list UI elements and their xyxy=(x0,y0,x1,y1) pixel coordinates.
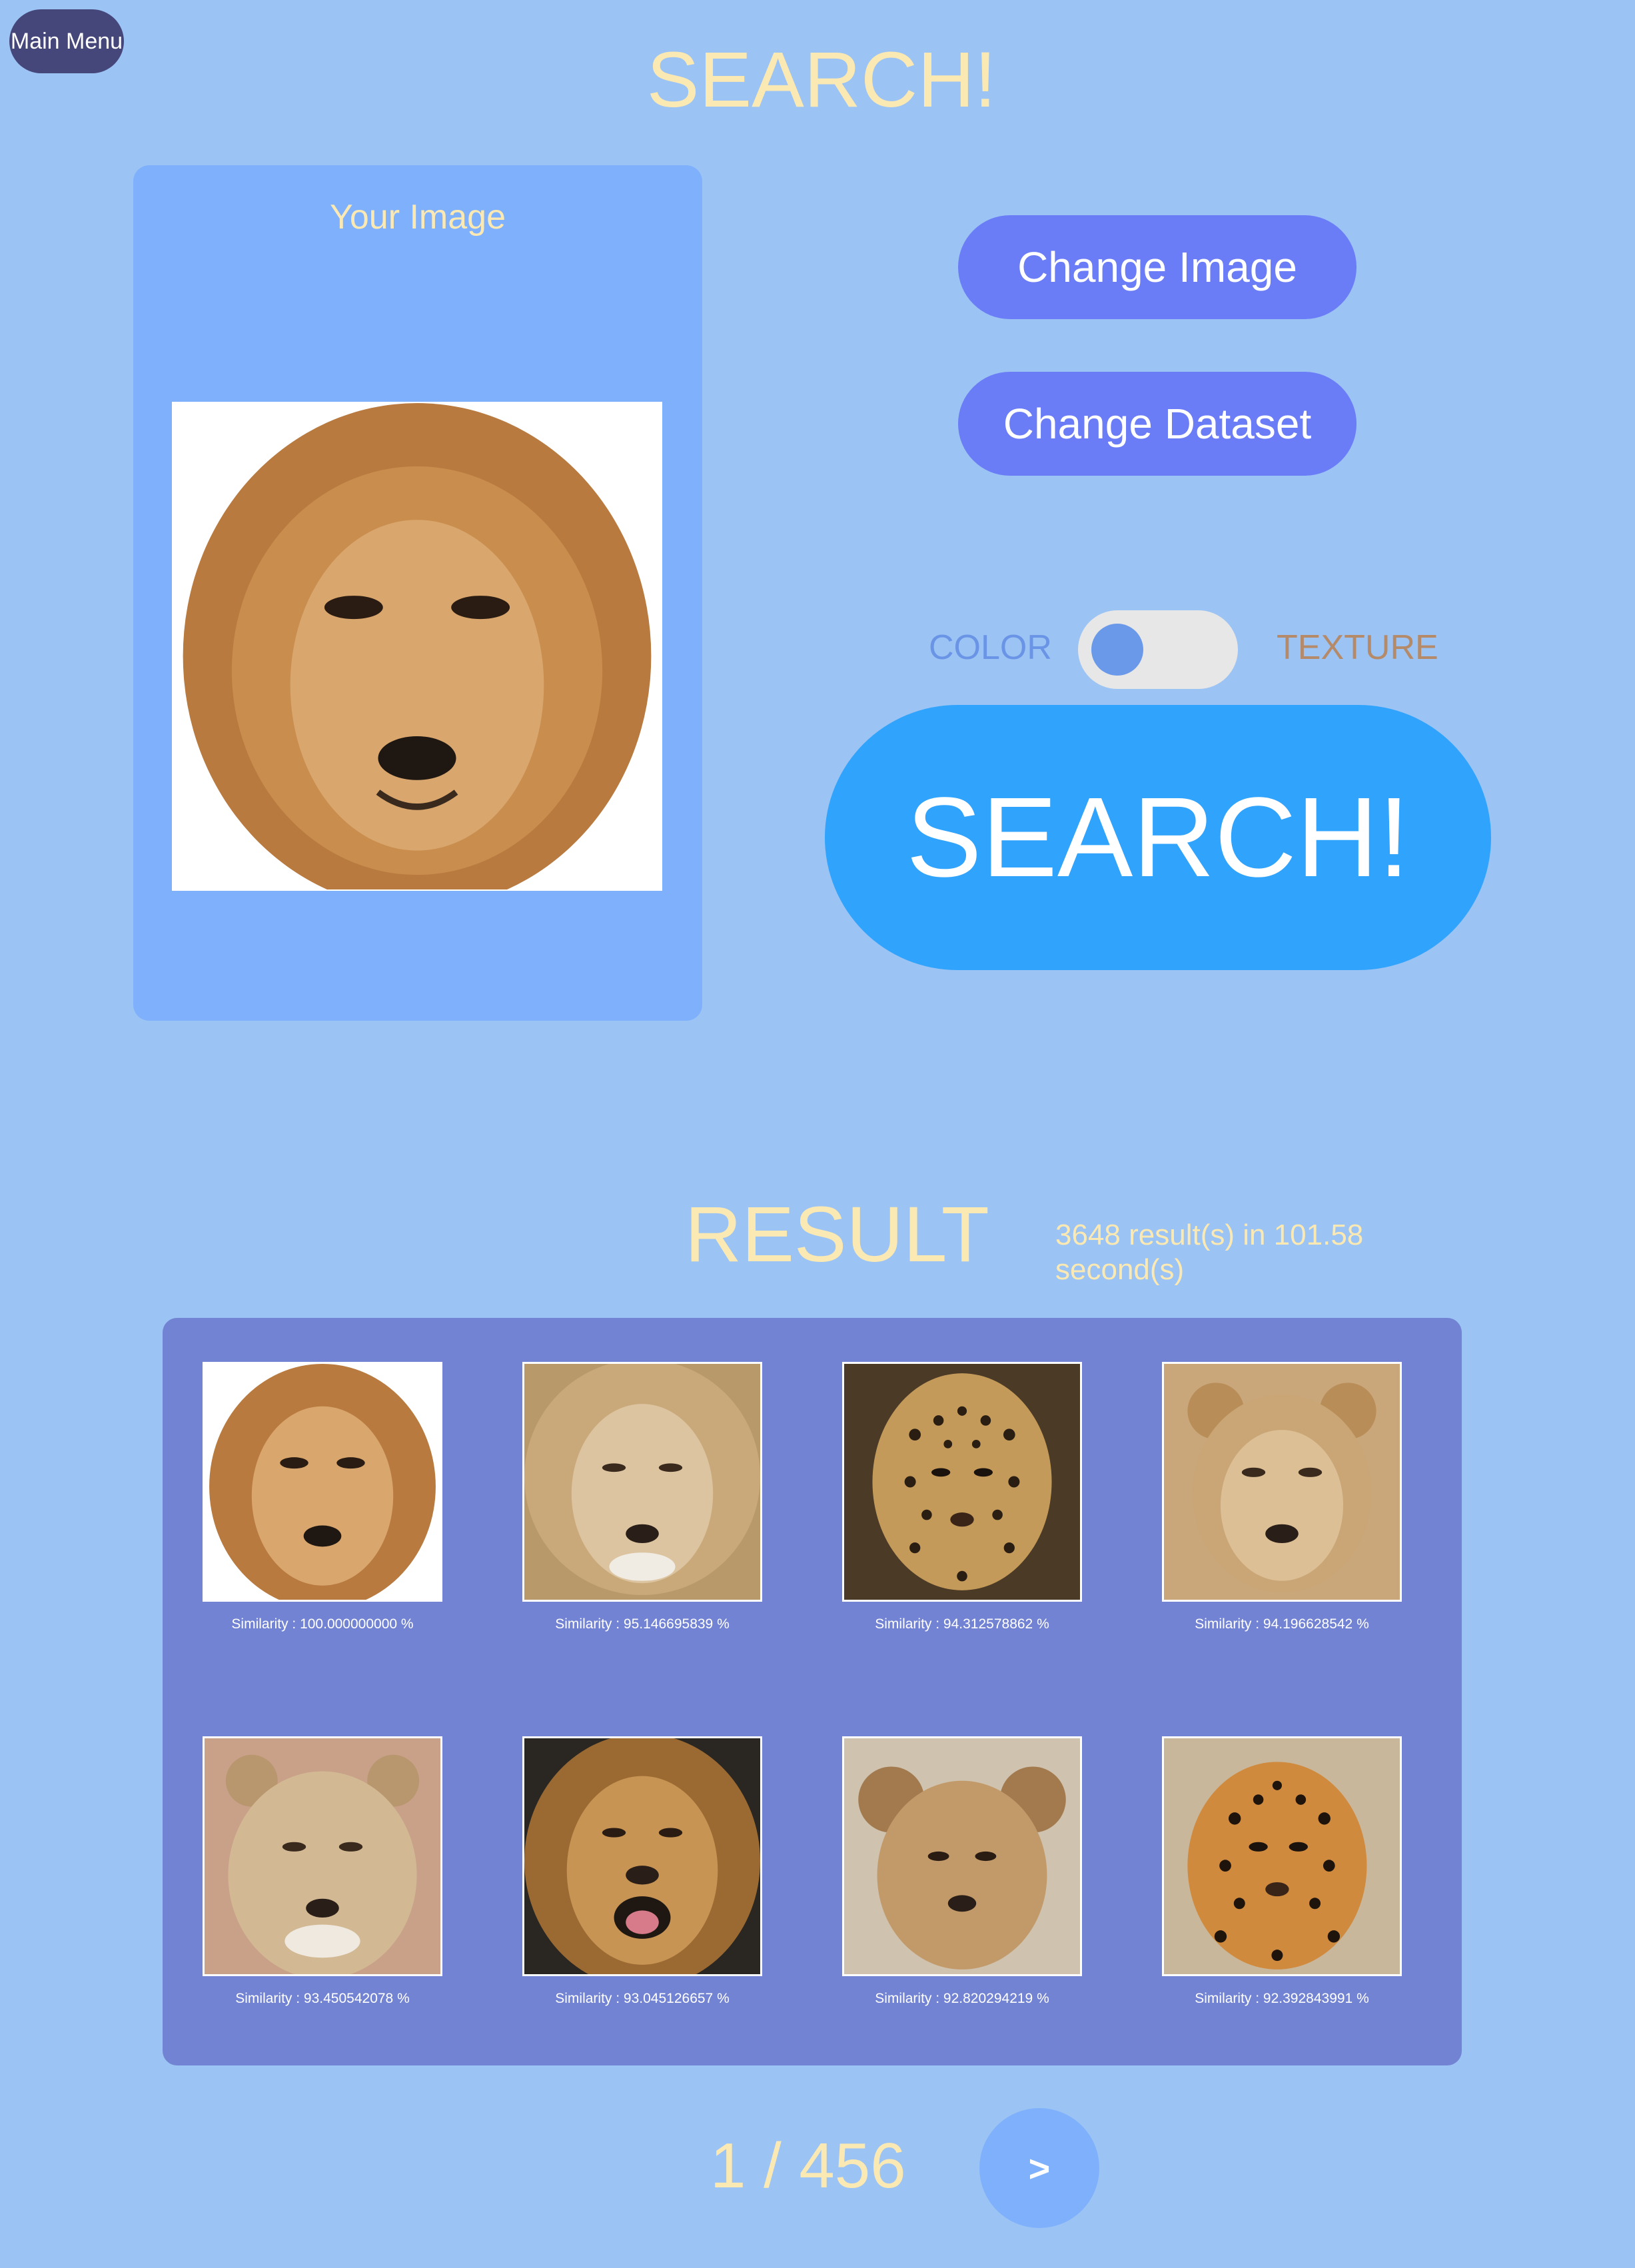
result-card[interactable]: Similarity : 92.820294219 % xyxy=(842,1736,1082,2007)
similarity-caption: Similarity : 94.312578862 % xyxy=(875,1616,1049,1632)
page-indicator: 1 / 456 xyxy=(710,2130,906,2201)
results-grid: Similarity : 100.000000000 % Similarity … xyxy=(163,1318,1462,2065)
result-card[interactable]: Similarity : 95.146695839 % xyxy=(522,1362,762,1632)
similarity-caption: Similarity : 100.000000000 % xyxy=(231,1616,414,1632)
toggle-knob[interactable] xyxy=(1091,624,1143,676)
result-card[interactable]: Similarity : 92.392843991 % xyxy=(1162,1736,1402,2007)
query-image-panel: Your Image xyxy=(133,165,702,1021)
result-card[interactable]: Similarity : 93.045126657 % xyxy=(522,1736,762,2007)
similarity-caption: Similarity : 93.450542078 % xyxy=(235,1991,410,2006)
change-dataset-button[interactable]: Change Dataset xyxy=(958,372,1357,476)
change-image-button[interactable]: Change Image xyxy=(958,215,1357,319)
result-title: RESULT xyxy=(685,1191,989,1279)
similarity-caption: Similarity : 92.820294219 % xyxy=(875,1991,1049,2006)
result-thumbnail[interactable] xyxy=(203,1736,442,1976)
similarity-caption: Similarity : 92.392843991 % xyxy=(1195,1991,1369,2006)
result-thumbnail[interactable] xyxy=(522,1362,762,1602)
search-button[interactable]: SEARCH! xyxy=(825,705,1491,970)
result-thumbnail[interactable] xyxy=(522,1736,762,1976)
toggle-texture-label: TEXTURE xyxy=(1277,628,1438,667)
toggle-color-label: COLOR xyxy=(929,628,1052,667)
result-thumbnail[interactable] xyxy=(1162,1362,1402,1602)
result-card[interactable]: Similarity : 94.312578862 % xyxy=(842,1362,1082,1632)
similarity-caption: Similarity : 93.045126657 % xyxy=(555,1991,730,2006)
query-image-label: Your Image xyxy=(329,198,506,237)
result-card[interactable]: Similarity : 100.000000000 % xyxy=(203,1362,442,1632)
result-stats: 3648 result(s) in 101.58 second(s) xyxy=(1055,1219,1364,1286)
color-texture-toggle[interactable] xyxy=(1078,610,1238,689)
next-page-button[interactable]: > xyxy=(979,2108,1099,2228)
similarity-caption: Similarity : 95.146695839 % xyxy=(555,1616,730,1632)
query-image xyxy=(172,402,662,891)
result-card[interactable]: Similarity : 94.196628542 % xyxy=(1162,1362,1402,1632)
similarity-caption: Similarity : 94.196628542 % xyxy=(1195,1616,1369,1632)
result-thumbnail[interactable] xyxy=(1162,1736,1402,1976)
result-card[interactable]: Similarity : 93.450542078 % xyxy=(203,1736,442,2007)
result-thumbnail[interactable] xyxy=(203,1362,442,1602)
result-thumbnail[interactable] xyxy=(842,1736,1082,1976)
page-title: SEARCH! xyxy=(646,36,997,124)
result-thumbnail[interactable] xyxy=(842,1362,1082,1602)
